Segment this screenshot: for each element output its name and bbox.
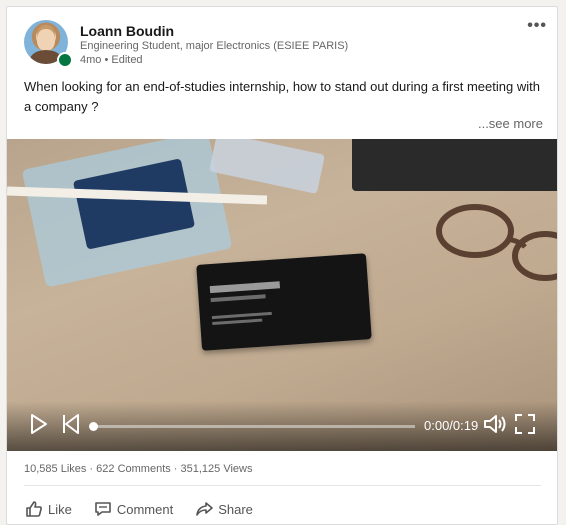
- comment-icon: [95, 502, 111, 516]
- post-text: When looking for an end-of-studies inter…: [24, 79, 540, 114]
- video-controls: 0:00/0:19: [7, 401, 557, 451]
- share-label: Share: [218, 501, 253, 517]
- business-card-line: [211, 311, 272, 320]
- post-timestamp: 4mo • Edited: [80, 54, 143, 66]
- volume-icon: [484, 415, 506, 433]
- author-name[interactable]: Loann Boudin: [80, 23, 174, 39]
- play-button[interactable]: [29, 413, 49, 440]
- skip-back-button[interactable]: [61, 413, 81, 440]
- business-card-line: [209, 281, 281, 294]
- see-more-link[interactable]: ...see more: [478, 116, 543, 131]
- social-counts[interactable]: 10,585 Likes · 622 Comments · 351,125 Vi…: [24, 463, 252, 475]
- business-card-line: [210, 294, 266, 303]
- share-button[interactable]: Share: [187, 497, 261, 521]
- video-scene-business-card: [196, 253, 372, 351]
- video-scene-laptop: [352, 139, 557, 191]
- fullscreen-icon: [515, 414, 535, 434]
- volume-button[interactable]: [483, 413, 507, 440]
- video-scene-glasses: [436, 204, 557, 281]
- like-label: Like: [48, 501, 72, 517]
- video-time: 0:00/0:19: [424, 418, 479, 433]
- share-icon: [196, 502, 214, 516]
- thumbs-up-icon: [26, 501, 42, 517]
- progress-handle[interactable]: [89, 422, 98, 431]
- video-player[interactable]: 0:00/0:19: [7, 139, 557, 451]
- action-bar: Like Comment Share: [17, 497, 267, 521]
- skip-back-icon: [63, 414, 79, 434]
- fullscreen-button[interactable]: [514, 413, 536, 440]
- divider: [24, 485, 541, 486]
- video-scene-box: [209, 139, 325, 194]
- online-status-icon: [57, 52, 73, 68]
- more-options-button[interactable]: •••: [527, 18, 547, 34]
- author-headline: Engineering Student, major Electronics (…: [80, 40, 349, 52]
- play-icon: [31, 414, 47, 434]
- progress-bar[interactable]: [89, 422, 415, 431]
- feed-post-card: Loann Boudin Engineering Student, major …: [6, 6, 558, 525]
- comment-label: Comment: [116, 501, 174, 517]
- business-card-line: [212, 318, 263, 326]
- comment-button[interactable]: Comment: [86, 497, 181, 521]
- avatar-face: [37, 29, 55, 51]
- like-button[interactable]: Like: [17, 497, 80, 521]
